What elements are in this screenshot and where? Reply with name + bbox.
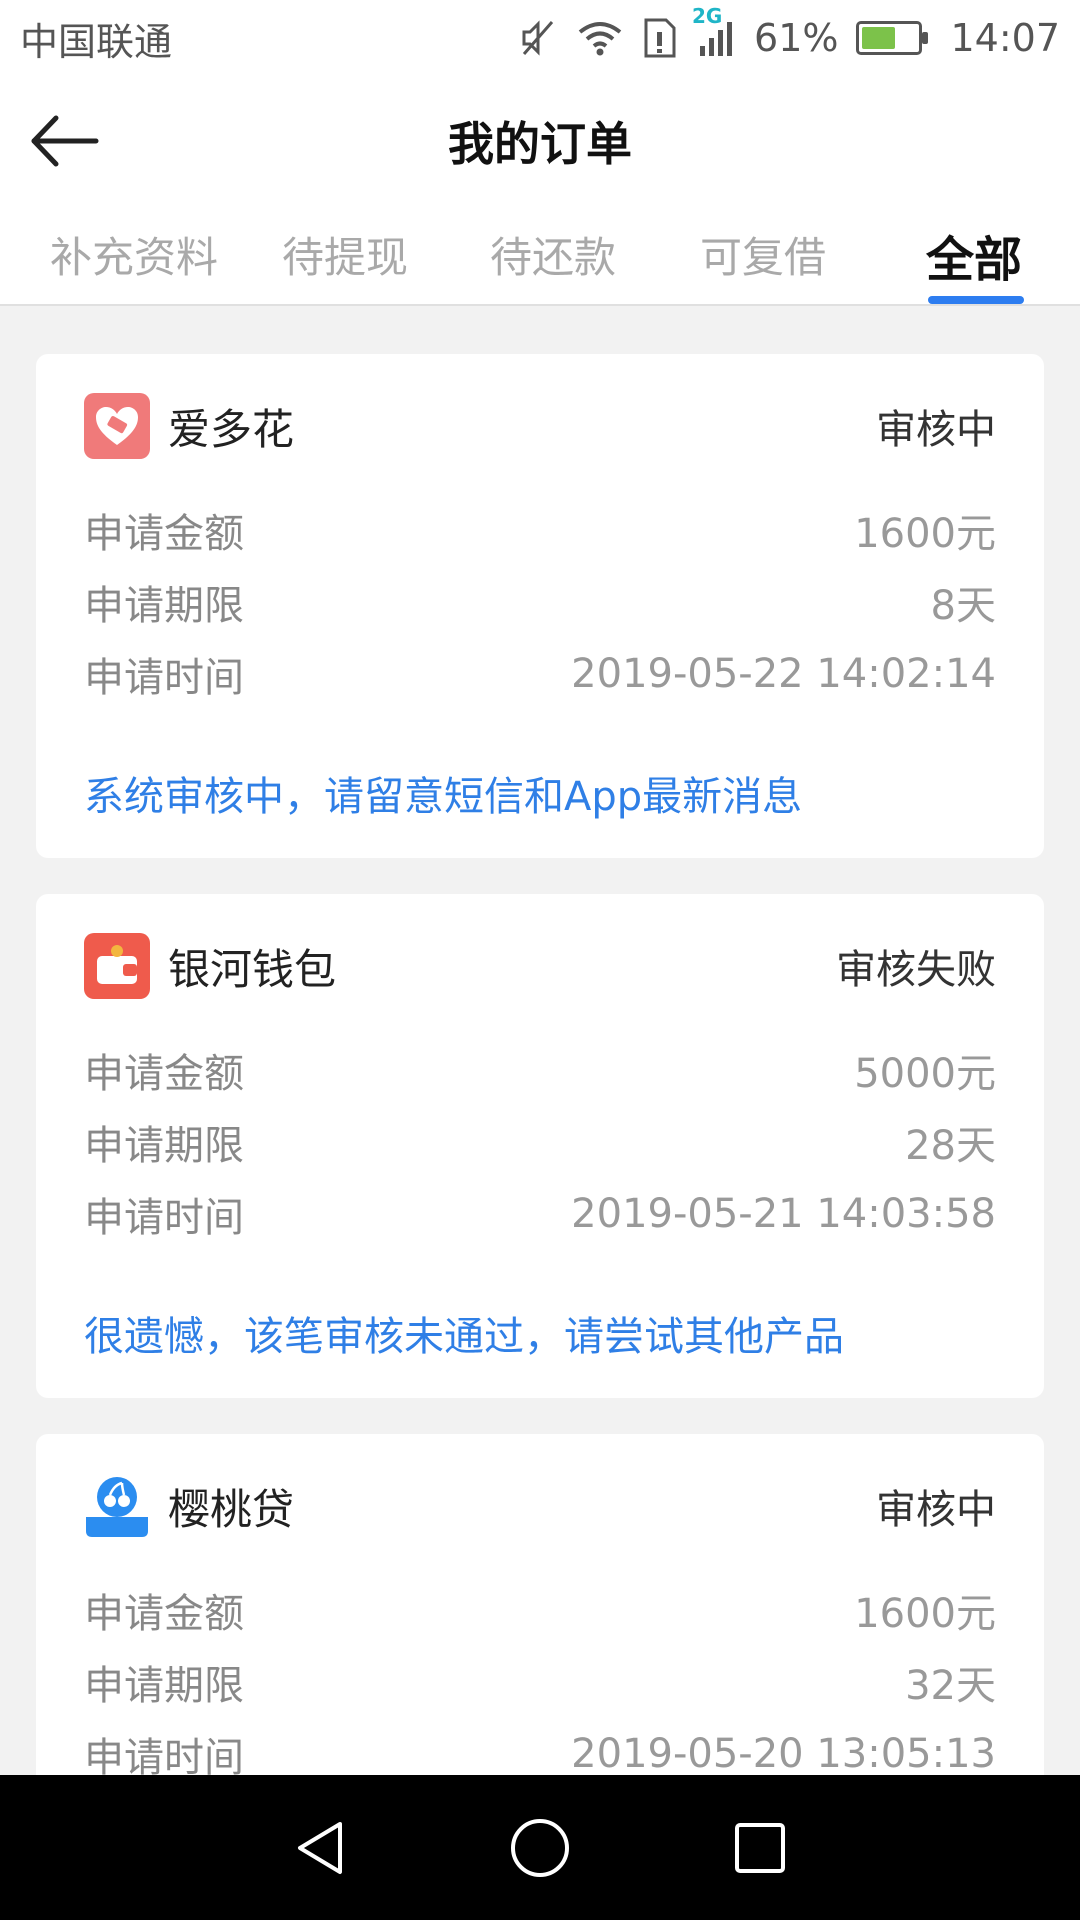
order-tabs: 补充资料 待提现 待还款 可复借 全部 <box>0 206 1080 306</box>
tab-pending-repayment[interactable]: 待还款 <box>490 224 616 285</box>
order-status: 审核中 <box>876 407 996 453</box>
page-title: 我的订单 <box>448 117 632 171</box>
battery-icon <box>856 21 929 55</box>
row-label: 申请时间 <box>84 1195 244 1241</box>
heart-tag-logo-icon <box>84 393 150 459</box>
nav-home-button[interactable] <box>505 1813 575 1883</box>
amount-row: 申请金额 1600元 <box>84 1574 996 1646</box>
row-value: 1600元 <box>854 1591 996 1637</box>
row-value: 28天 <box>905 1123 996 1169</box>
tab-all[interactable]: 全部 <box>926 220 1022 290</box>
order-status: 审核失败 <box>836 947 996 993</box>
order-card[interactable]: 爱多花 审核中 申请金额 1600元 申请期限 8天 申请时间 2019-05-22 … <box>36 354 1044 858</box>
network-type-badge: 2G <box>692 4 723 28</box>
lender-name: 樱桃贷 <box>168 1484 295 1534</box>
app-header: 我的订单 <box>0 76 1080 206</box>
triangle-back-icon <box>298 1821 342 1874</box>
row-value: 5000元 <box>854 1051 996 1097</box>
order-card[interactable]: 银河钱包 审核失败 申请金额 5000元 申请期限 28天 申请时间 2019-05-… <box>36 894 1044 1398</box>
time-row: 申请时间 2019-05-22 14:02:14 <box>84 638 996 710</box>
amount-row: 申请金额 1600元 <box>84 494 996 566</box>
lender-name: 爱多花 <box>168 404 295 454</box>
row-value: 32天 <box>905 1663 996 1709</box>
tab-pending-withdrawal[interactable]: 待提现 <box>282 224 408 285</box>
row-value: 1600元 <box>854 511 996 557</box>
clock-time: 14:07 <box>950 16 1060 60</box>
circle-home-icon <box>511 1818 569 1877</box>
row-label: 申请期限 <box>84 583 244 629</box>
system-nav-bar <box>0 1775 1080 1920</box>
wallet-logo-icon <box>84 933 150 999</box>
row-label: 申请金额 <box>84 1051 244 1097</box>
row-value: 2019-05-21 14:03:58 <box>571 1191 996 1237</box>
lender-name: 银河钱包 <box>168 944 337 994</box>
carrier-name: 中国联通 <box>20 19 173 64</box>
row-label: 申请期限 <box>84 1663 244 1709</box>
row-label: 申请金额 <box>84 1591 244 1637</box>
row-value: 2019-05-22 14:02:14 <box>571 651 996 697</box>
row-label: 申请时间 <box>84 655 244 701</box>
active-tab-indicator <box>928 296 1024 304</box>
order-status: 审核中 <box>876 1487 996 1533</box>
time-row: 申请时间 2019-05-21 14:03:58 <box>84 1178 996 1250</box>
nav-back-button[interactable] <box>285 1813 355 1883</box>
row-label: 申请金额 <box>84 511 244 557</box>
mute-icon <box>518 16 558 60</box>
battery-percent: 61% <box>754 16 839 60</box>
term-row: 申请期限 28天 <box>84 1106 996 1178</box>
status-bar: 中国联通 2G 61% 14:07 <box>0 0 1080 76</box>
signal-icon: 2G <box>692 4 736 60</box>
cherry-logo-icon <box>84 1473 150 1539</box>
term-row: 申请期限 8天 <box>84 566 996 638</box>
tab-supplement-info[interactable]: 补充资料 <box>50 224 218 285</box>
order-note: 系统审核中，请留意短信和App最新消息 <box>84 774 803 820</box>
nav-recents-button[interactable] <box>725 1813 795 1883</box>
term-row: 申请期限 32天 <box>84 1646 996 1718</box>
row-value: 8天 <box>930 583 996 629</box>
order-note: 很遗憾，该笔审核未通过，请尝试其他产品 <box>84 1314 844 1360</box>
row-label: 申请期限 <box>84 1123 244 1169</box>
wifi-icon <box>576 16 624 60</box>
tab-reborrowable[interactable]: 可复借 <box>700 224 826 285</box>
amount-row: 申请金额 5000元 <box>84 1034 996 1106</box>
row-value: 2019-05-20 13:05:13 <box>571 1731 996 1777</box>
square-recents-icon <box>735 1822 785 1873</box>
sim-alert-icon <box>642 16 678 60</box>
